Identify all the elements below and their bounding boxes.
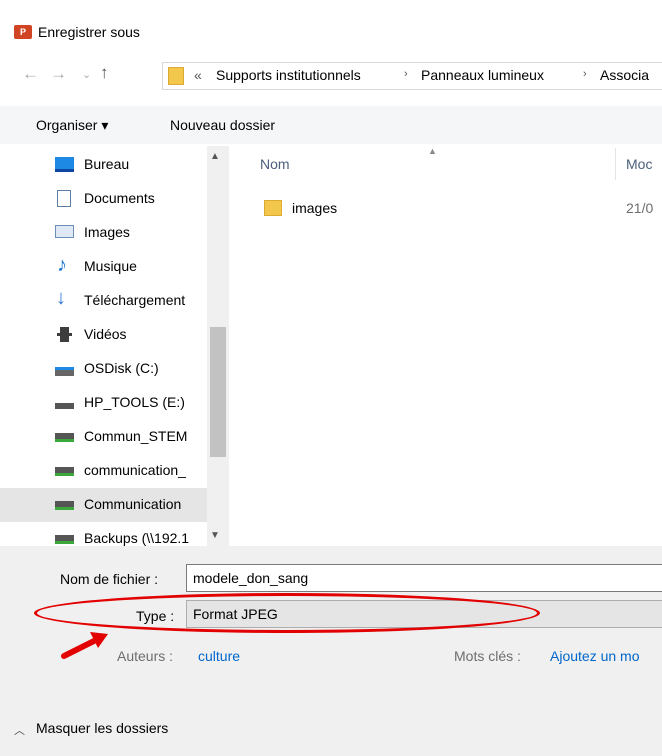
sidebar-item-label: OSDisk (C:): [84, 360, 159, 376]
breadcrumb-panneaux[interactable]: Panneaux lumineux: [421, 67, 544, 83]
scrollbar-thumb[interactable]: [210, 327, 226, 457]
filename-input[interactable]: modele_don_sang: [186, 564, 662, 592]
sort-ascending-icon: ▲: [428, 146, 437, 156]
breadcrumb-associa[interactable]: Associa: [600, 67, 649, 83]
hide-folders-button[interactable]: Masquer les dossiers: [36, 720, 168, 736]
network-drive-icon: [55, 501, 74, 510]
sidebar-item-images[interactable]: Images: [0, 216, 207, 250]
up-arrow-icon[interactable]: ↑: [100, 63, 109, 83]
scroll-up-icon[interactable]: ▲: [210, 151, 220, 162]
network-drive-icon: [55, 433, 74, 442]
sidebar-item-label: Documents: [84, 190, 155, 206]
sidebar-item-communication-share[interactable]: communication_: [0, 454, 207, 488]
authors-value[interactable]: culture: [198, 648, 240, 664]
navigation-pane: Bureau Documents Images ♪ Musique ↓ Télé…: [0, 146, 232, 546]
sidebar-item-commun-stem[interactable]: Commun_STEM: [0, 420, 207, 454]
authors-label: Auteurs :: [117, 648, 174, 664]
breadcrumb-separator[interactable]: ›: [583, 68, 587, 80]
sidebar-item-label: Backups (\\192.1: [84, 530, 190, 546]
breadcrumb-overflow[interactable]: «: [194, 67, 202, 83]
breadcrumb-supports[interactable]: Supports institutionnels: [216, 67, 361, 83]
tags-label: Mots clés :: [454, 648, 521, 664]
sidebar-item-videos[interactable]: Vidéos: [0, 318, 207, 352]
recent-locations-chevron-icon[interactable]: ⌄: [82, 68, 91, 81]
folder-icon: [168, 67, 184, 85]
chevron-up-icon[interactable]: ︿: [14, 722, 25, 738]
video-icon: [57, 327, 72, 342]
sidebar-item-label: Communication: [84, 496, 182, 512]
sidebar-item-telechargement[interactable]: ↓ Téléchargement: [0, 284, 207, 318]
new-folder-button[interactable]: Nouveau dossier: [170, 117, 275, 133]
folder-icon[interactable]: [264, 200, 282, 216]
file-row-date[interactable]: 21/0: [626, 200, 653, 216]
sidebar-item-label: Vidéos: [84, 326, 127, 342]
download-icon: ↓: [56, 287, 66, 309]
tags-value[interactable]: Ajoutez un mo: [550, 648, 640, 664]
sidebar-item-label: Musique: [84, 258, 137, 274]
sidebar-item-label: HP_TOOLS (E:): [84, 394, 185, 410]
documents-icon: [57, 190, 71, 207]
sidebar-item-documents[interactable]: Documents: [0, 182, 207, 216]
sidebar-item-backups[interactable]: Backups (\\192.1: [0, 522, 207, 546]
network-drive-icon: [55, 535, 74, 544]
breadcrumb-separator[interactable]: ›: [404, 68, 408, 80]
sidebar-item-label: Bureau: [84, 156, 130, 172]
scroll-down-icon[interactable]: ▼: [210, 530, 220, 541]
sidebar-item-label: communication_: [84, 462, 186, 478]
back-arrow-icon[interactable]: ←: [22, 64, 39, 84]
sidebar-item-label: Images: [84, 224, 130, 240]
file-row-name[interactable]: images: [292, 200, 337, 216]
desktop-icon: [55, 157, 74, 172]
column-divider[interactable]: [615, 148, 616, 180]
sidebar-item-bureau[interactable]: Bureau: [0, 148, 207, 182]
organize-button[interactable]: Organiser ▾: [36, 117, 108, 134]
powerpoint-icon: P: [14, 25, 32, 39]
annotation-arrow-icon: [61, 632, 108, 659]
forward-arrow-icon[interactable]: →: [50, 64, 67, 84]
sidebar-item-communication[interactable]: Communication: [0, 488, 207, 522]
window-title: Enregistrer sous: [38, 24, 140, 40]
column-header-name[interactable]: Nom: [260, 156, 290, 172]
sidebar-item-osdisk[interactable]: OSDisk (C:): [0, 352, 207, 386]
sidebar-item-label: Commun_STEM: [84, 428, 188, 444]
column-header-modified[interactable]: Moc: [626, 156, 652, 172]
drive-icon: [55, 403, 74, 409]
sidebar-item-label: Téléchargement: [84, 292, 186, 308]
music-icon: ♪: [57, 254, 67, 276]
pictures-icon: [55, 225, 74, 238]
sidebar-item-hp-tools[interactable]: HP_TOOLS (E:): [0, 386, 207, 420]
network-drive-icon: [55, 467, 74, 476]
filename-label: Nom de fichier :: [60, 571, 159, 587]
drive-icon: [55, 367, 74, 376]
sidebar-item-musique[interactable]: ♪ Musique: [0, 250, 207, 284]
